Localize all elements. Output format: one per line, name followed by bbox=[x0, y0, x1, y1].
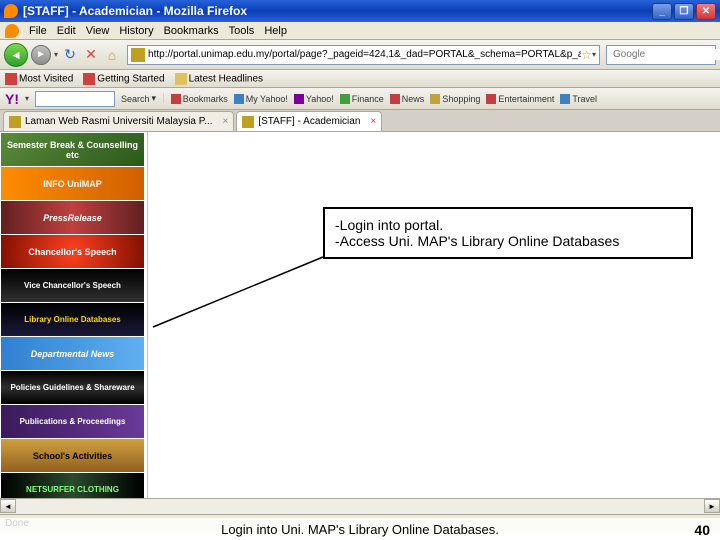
callout-box: -Login into portal. -Access Uni. MAP's L… bbox=[323, 207, 693, 259]
firefox-small-icon bbox=[5, 24, 19, 38]
scroll-right-button[interactable]: ► bbox=[704, 499, 720, 513]
sidebar-item-info[interactable]: INFO UniMAP bbox=[1, 167, 144, 200]
navigation-toolbar: ◄ ► ▾ ↻ ✕ ⌂ ☆ ▾ bbox=[0, 40, 720, 70]
entertainment-icon bbox=[486, 94, 496, 104]
scroll-left-button[interactable]: ◄ bbox=[0, 499, 16, 513]
sidebar-item-netsurfer[interactable]: NETSURFER CLOTHING bbox=[1, 473, 144, 498]
sidebar-item-schools[interactable]: School's Activities bbox=[1, 439, 144, 472]
search-box[interactable] bbox=[606, 45, 716, 65]
yahoo-bookmarks[interactable]: Bookmarks bbox=[171, 94, 228, 104]
window-titlebar: [STAFF] - Academician - Mozilla Firefox … bbox=[0, 0, 720, 22]
menu-history[interactable]: History bbox=[119, 25, 153, 37]
slide-caption: Login into Uni. MAP's Library Online Dat… bbox=[0, 518, 720, 540]
back-button[interactable]: ◄ bbox=[4, 43, 28, 67]
yahoo-icon bbox=[294, 94, 304, 104]
sidebar-item-policies[interactable]: Policies Guidelines & Shareware bbox=[1, 371, 144, 404]
yahoo-home[interactable]: Yahoo! bbox=[294, 94, 334, 104]
yahoo-dropdown-icon[interactable]: ▾ bbox=[25, 94, 29, 103]
page-number: 40 bbox=[694, 522, 710, 538]
tab-bar: Laman Web Rasmi Universiti Malaysia P...… bbox=[0, 110, 720, 132]
news-icon bbox=[390, 94, 400, 104]
window-title: [STAFF] - Academician - Mozilla Firefox bbox=[23, 4, 652, 18]
bookmark-getting-started[interactable]: Getting Started bbox=[83, 73, 164, 85]
close-button[interactable]: ✕ bbox=[696, 3, 716, 20]
most-visited-icon bbox=[5, 73, 17, 85]
travel-icon bbox=[560, 94, 570, 104]
tab-label: [STAFF] - Academician bbox=[258, 116, 360, 127]
site-favicon bbox=[131, 48, 145, 62]
firefox-icon bbox=[4, 4, 18, 18]
sidebar-item-publications[interactable]: Publications & Proceedings bbox=[1, 405, 144, 438]
yahoo-finance[interactable]: Finance bbox=[340, 94, 384, 104]
menu-view[interactable]: View bbox=[86, 25, 110, 37]
minimize-button[interactable]: _ bbox=[652, 3, 672, 20]
maximize-button[interactable]: ❐ bbox=[674, 3, 694, 20]
home-button[interactable]: ⌂ bbox=[103, 46, 121, 64]
yahoo-search-button[interactable]: Search ▾ bbox=[121, 93, 156, 104]
yahoo-search-input[interactable] bbox=[35, 91, 115, 107]
callout-line1: -Login into portal. bbox=[335, 217, 681, 233]
forward-button[interactable]: ► bbox=[31, 45, 51, 65]
menu-edit[interactable]: Edit bbox=[57, 25, 76, 37]
menubar: File Edit View History Bookmarks Tools H… bbox=[0, 22, 720, 40]
tab-label: Laman Web Rasmi Universiti Malaysia P... bbox=[25, 116, 212, 127]
sidebar-item-press[interactable]: PressRelease bbox=[1, 201, 144, 234]
menu-tools[interactable]: Tools bbox=[229, 25, 255, 37]
main-area: -Login into portal. -Access Uni. MAP's L… bbox=[148, 132, 720, 498]
reload-button[interactable]: ↻ bbox=[61, 46, 79, 64]
stop-button[interactable]: ✕ bbox=[82, 46, 100, 64]
bookmark-most-visited[interactable]: Most Visited bbox=[5, 73, 73, 85]
search-input[interactable] bbox=[613, 49, 720, 60]
portal-sidebar: Semester Break & Counselling etc INFO Un… bbox=[0, 132, 148, 498]
bookmarks-toolbar: Most Visited Getting Started Latest Head… bbox=[0, 70, 720, 88]
url-input[interactable] bbox=[148, 49, 581, 60]
yahoo-entertainment[interactable]: Entertainment bbox=[486, 94, 554, 104]
shopping-icon bbox=[430, 94, 440, 104]
tab-favicon bbox=[9, 116, 21, 128]
callout-line2: -Access Uni. MAP's Library Online Databa… bbox=[335, 233, 681, 249]
yahoo-travel[interactable]: Travel bbox=[560, 94, 597, 104]
bookmarks-icon bbox=[171, 94, 181, 104]
myyahoo-icon bbox=[234, 94, 244, 104]
scroll-track[interactable] bbox=[16, 499, 704, 514]
tab-close-icon[interactable]: × bbox=[222, 116, 228, 127]
sidebar-item-dept[interactable]: Departmental News bbox=[1, 337, 144, 370]
callout-arrow bbox=[153, 257, 333, 350]
bookmark-star-icon[interactable]: ☆ bbox=[581, 48, 592, 62]
window-controls: _ ❐ ✕ bbox=[652, 3, 716, 20]
yahoo-logo[interactable]: Y! bbox=[5, 91, 19, 107]
sidebar-item-break[interactable]: Semester Break & Counselling etc bbox=[1, 133, 144, 166]
bookmark-latest-headlines[interactable]: Latest Headlines bbox=[175, 73, 264, 85]
menu-file[interactable]: File bbox=[29, 25, 47, 37]
menu-bookmarks[interactable]: Bookmarks bbox=[164, 25, 219, 37]
url-dropdown-icon[interactable]: ▾ bbox=[592, 50, 596, 59]
menu-help[interactable]: Help bbox=[264, 25, 287, 37]
finance-icon bbox=[340, 94, 350, 104]
tab-staff[interactable]: [STAFF] - Academician × bbox=[236, 111, 382, 131]
horizontal-scrollbar[interactable]: ◄ ► bbox=[0, 498, 720, 514]
headlines-icon bbox=[175, 73, 187, 85]
address-bar[interactable]: ☆ ▾ bbox=[127, 45, 600, 65]
sidebar-item-vc[interactable]: Vice Chancellor's Speech bbox=[1, 269, 144, 302]
sidebar-item-library[interactable]: Library Online Databases bbox=[1, 303, 144, 336]
getting-started-icon bbox=[83, 73, 95, 85]
page-content: Semester Break & Counselling etc INFO Un… bbox=[0, 132, 720, 498]
tab-unimap[interactable]: Laman Web Rasmi Universiti Malaysia P...… bbox=[3, 111, 234, 131]
yahoo-myyahoo[interactable]: My Yahoo! bbox=[234, 94, 288, 104]
yahoo-news[interactable]: News bbox=[390, 94, 425, 104]
sidebar-item-chancellor[interactable]: Chancellor's Speech bbox=[1, 235, 144, 268]
tab-favicon bbox=[242, 116, 254, 128]
history-dropdown-icon[interactable]: ▾ bbox=[54, 50, 58, 59]
yahoo-shopping[interactable]: Shopping bbox=[430, 94, 480, 104]
yahoo-toolbar: Y! ▾ Search ▾ | Bookmarks My Yahoo! Yaho… bbox=[0, 88, 720, 110]
tab-close-icon[interactable]: × bbox=[370, 116, 376, 127]
